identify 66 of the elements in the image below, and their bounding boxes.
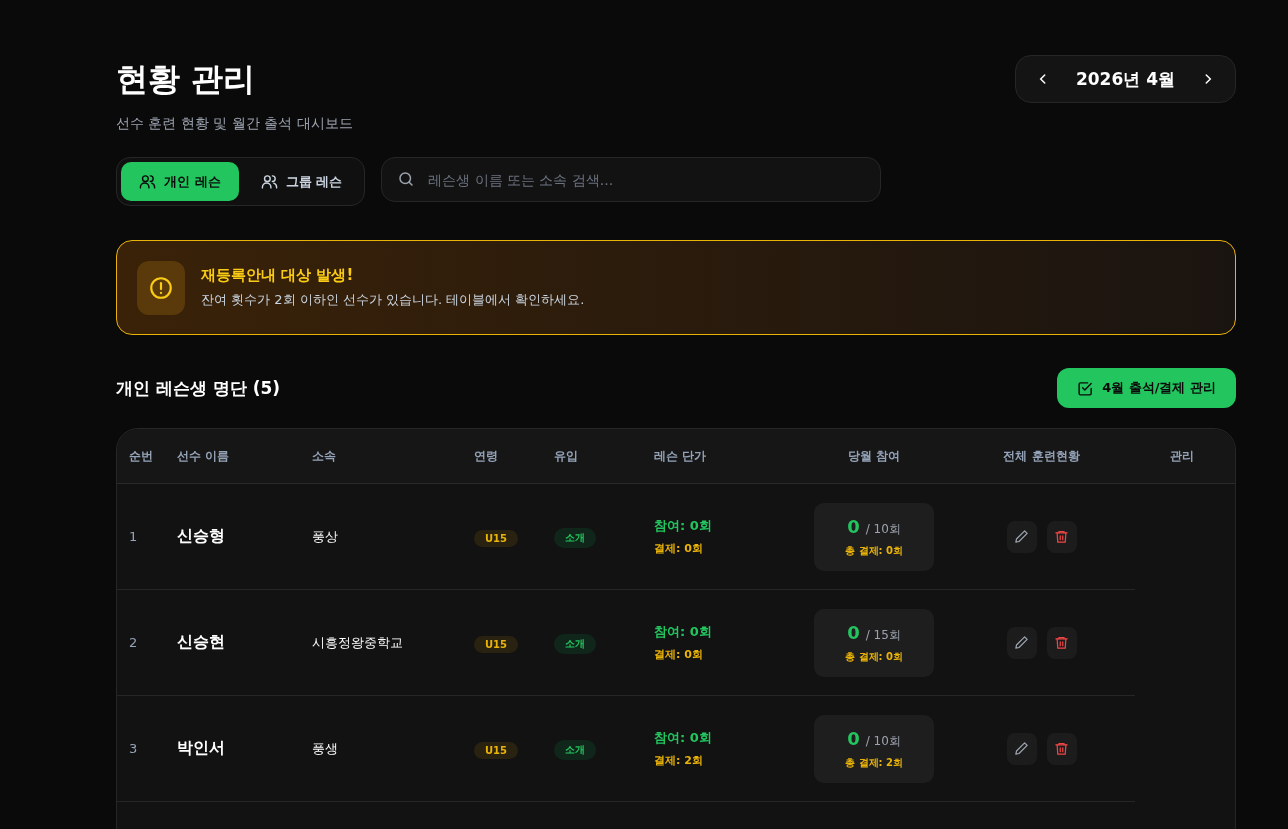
trash-icon: [1054, 741, 1069, 756]
column-header: 순번: [128, 447, 154, 465]
lesson-tab[interactable]: 그룹 레슨: [242, 162, 361, 201]
payment-count: 결제: 2회: [654, 753, 704, 768]
delete-button[interactable]: [1046, 520, 1077, 553]
player-name: 박인서: [177, 738, 226, 759]
payment-count: 결제: 0회: [654, 541, 704, 556]
participation-count: 0: [847, 727, 860, 749]
source-tag: 소개: [554, 739, 596, 760]
users-icon: [139, 173, 156, 190]
total-payment: 총 결제: 0회: [845, 543, 903, 558]
attendance-button[interactable]: 4월 출석/결제 관리: [1057, 368, 1236, 408]
alert-message: 잔여 횟수가 2회 이하인 선수가 있습니다. 테이블에서 확인하세요.: [201, 291, 585, 309]
pencil-icon: [1014, 635, 1029, 650]
participation-count: 0: [847, 515, 860, 537]
total-payment: 총 결제: 0회: [845, 649, 903, 664]
section-title: 개인 레슨생 명단 (5): [116, 376, 281, 400]
checkbox-icon: [1077, 379, 1095, 397]
attendance-count: 참여: 0회: [654, 623, 713, 641]
pencil-icon: [1014, 529, 1029, 544]
team-name: 시흥정왕중학교: [312, 633, 404, 652]
column-header: 선수 이름: [177, 447, 231, 465]
player-name: 신승현: [177, 632, 226, 653]
session-total: / 15회: [865, 626, 901, 644]
edit-button[interactable]: [1006, 732, 1037, 765]
participation-count: 0: [847, 621, 860, 643]
row-number: 1: [128, 529, 139, 544]
session-total: / 10회: [865, 732, 901, 750]
warning-icon: [137, 260, 185, 315]
row-number: 3: [128, 741, 139, 756]
alert-title: 재등록안내 대상 발생!: [201, 266, 355, 285]
team-name: 풍생: [312, 739, 339, 758]
search-icon: [397, 170, 416, 188]
users-icon: [260, 173, 278, 190]
age-tag: U15: [474, 741, 519, 759]
trash-icon: [1054, 529, 1069, 544]
trash-icon: [1054, 635, 1069, 650]
team-name: 풍상: [312, 527, 339, 546]
column-header: 연령: [474, 447, 499, 465]
lesson-tab[interactable]: 개인 레슨: [121, 162, 239, 201]
total-payment: 총 결제: 2회: [845, 755, 903, 770]
source-tag: 소개: [554, 527, 596, 548]
payment-count: 결제: 0회: [654, 647, 704, 662]
page-title: 현황 관리: [116, 59, 257, 100]
attendance-count: 참여: 0회: [654, 729, 713, 747]
column-header: 유입: [554, 447, 579, 465]
column-header: 소속: [312, 447, 337, 465]
edit-button[interactable]: [1006, 626, 1037, 659]
delete-button[interactable]: [1046, 626, 1077, 659]
edit-button[interactable]: [1006, 520, 1037, 553]
source-tag: 소개: [554, 633, 596, 654]
delete-button[interactable]: [1046, 732, 1077, 765]
column-header: 당월 참여: [846, 447, 902, 465]
session-total: / 10회: [865, 520, 901, 538]
player-name: 신승형: [177, 526, 226, 547]
age-tag: U15: [474, 529, 519, 547]
column-header: 전체 훈련현황: [1002, 447, 1081, 465]
attendance-count: 참여: 0회: [654, 517, 713, 535]
row-number: 2: [128, 635, 139, 650]
age-tag: U15: [474, 635, 519, 653]
page-subtitle: 선수 훈련 현황 및 월간 출석 대시보드: [116, 115, 353, 133]
column-header: 관리: [1169, 447, 1195, 465]
pencil-icon: [1014, 741, 1029, 756]
search-field[interactable]: 레슨생 이름 또는 소속 검색...: [381, 157, 882, 202]
column-header: 레슨 단가: [654, 447, 708, 465]
current-month: 2026년 4월: [1075, 67, 1175, 91]
